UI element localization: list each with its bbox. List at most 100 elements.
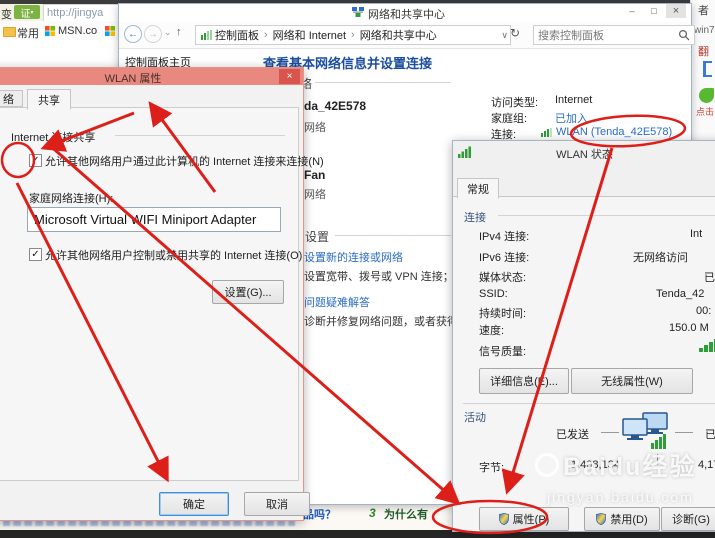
related-list-number: 3 bbox=[369, 506, 376, 520]
address-url-text: http://jingya bbox=[47, 7, 104, 19]
search-icon[interactable] bbox=[678, 29, 690, 41]
wireless-properties-button[interactable]: 无线属性(W) bbox=[571, 368, 693, 394]
badge-prefix-text: 变 bbox=[1, 9, 12, 21]
back-icon: ← bbox=[128, 28, 138, 40]
nav-dropdown-icon[interactable]: ⌄ bbox=[164, 27, 172, 38]
group-rule bbox=[498, 215, 715, 216]
bookmarks-bar: 常用 MSN.co bbox=[0, 21, 118, 40]
bookmark-changyong[interactable]: 常用 bbox=[17, 25, 39, 41]
screenshot-stage: 变 证 ▾ http://jingya 常用 MSN.co 者 win7 翻 点击… bbox=[0, 0, 715, 538]
props-close-button[interactable]: × bbox=[279, 69, 300, 84]
diagnose-button[interactable]: 诊断(G) bbox=[661, 507, 715, 531]
ok-button-label: 确定 bbox=[183, 499, 205, 511]
tab-network-label-fragment: 络 bbox=[3, 93, 14, 106]
allow-control-checkbox[interactable]: ✓ bbox=[29, 248, 42, 261]
section-rule bbox=[315, 82, 451, 83]
forward-button[interactable]: → bbox=[144, 25, 162, 43]
back-button[interactable]: ← bbox=[124, 25, 142, 43]
bookmark-msn[interactable]: MSN.co bbox=[58, 25, 97, 37]
details-button[interactable]: 详细信息(E)... bbox=[479, 368, 569, 394]
cancel-button-label: 取消 bbox=[266, 499, 288, 511]
row-ssid-value: Tenda_42 bbox=[656, 288, 705, 300]
change-settings-section-fragment: 设置 bbox=[305, 230, 330, 244]
refresh-button[interactable]: ↻ bbox=[510, 26, 520, 40]
group-rule bbox=[115, 135, 285, 136]
home-connection-combobox[interactable]: Microsoft Virtual WIFI Miniport Adapter bbox=[27, 207, 281, 232]
disable-button[interactable]: 禁用(D) bbox=[584, 507, 660, 531]
up-button[interactable]: ↑ bbox=[176, 26, 182, 38]
signal-quality-icon bbox=[699, 337, 715, 352]
forward-icon: → bbox=[148, 28, 158, 40]
explorer-nav-bar: ← → ⌄ ↑ 控制面板 › 网络和 Internet › 网络和共享中心 ∨ … bbox=[119, 22, 695, 49]
uac-shield-icon bbox=[596, 513, 607, 525]
cancel-button[interactable]: 取消 bbox=[244, 492, 310, 516]
ms-logo-icon bbox=[105, 26, 115, 36]
search-box[interactable]: 搜索控制面板 bbox=[533, 25, 695, 45]
details-button-label: 详细信息(E)... bbox=[490, 376, 558, 388]
network2-name-fragment: Fan bbox=[304, 168, 326, 182]
bytes-label: 字节: bbox=[479, 462, 505, 474]
troubleshoot-link[interactable]: 问题疑难解答 bbox=[304, 294, 370, 310]
connection-group-label: 连接 bbox=[464, 212, 486, 224]
ok-button[interactable]: 确定 bbox=[159, 492, 229, 516]
properties-button[interactable]: 属性(P) bbox=[479, 507, 569, 531]
tab-sharing[interactable]: 共享 bbox=[27, 89, 71, 110]
row-speed-label: 速度: bbox=[479, 325, 505, 337]
access-type-label: 访问类型: bbox=[491, 97, 539, 109]
breadcrumb-item-control-panel[interactable]: 控制面板 bbox=[215, 27, 259, 43]
properties-button-label: 属性(P) bbox=[512, 514, 550, 526]
right-panel-blue-icon[interactable] bbox=[703, 61, 712, 77]
refresh-icon: ↻ bbox=[510, 26, 521, 40]
row-signal-label: 信号质量: bbox=[479, 346, 527, 358]
maximize-button[interactable]: □ bbox=[644, 4, 664, 18]
baidu-watermark: Baidu经验 jingyan.baidu.com bbox=[535, 447, 696, 505]
right-panel-click-text: 点击 bbox=[696, 107, 715, 117]
minimize-button[interactable]: – bbox=[622, 4, 642, 18]
section-rule bbox=[335, 235, 451, 236]
browser-badge-row: 变 证 ▾ http://jingya bbox=[0, 4, 123, 22]
row-media-label: 媒体状态: bbox=[479, 272, 527, 284]
breadcrumb-item-network-sharing[interactable]: 网络和共享中心 bbox=[360, 27, 437, 43]
sent-label: 已发送 bbox=[556, 429, 589, 441]
wlan-connection-link[interactable]: WLAN (Tenda_42E578) bbox=[556, 126, 672, 138]
checkmark-icon: ✓ bbox=[31, 249, 40, 260]
uac-shield-icon bbox=[498, 513, 509, 525]
bytes-received-fragment: 4,17 bbox=[698, 459, 715, 471]
breadcrumb-caret-icon[interactable]: ∨ bbox=[501, 30, 508, 41]
right-panel-char-mid: 翻 bbox=[698, 46, 709, 58]
homegroup-label: 家庭组: bbox=[491, 113, 528, 125]
sent-dash bbox=[601, 432, 619, 433]
close-button[interactable]: × bbox=[666, 4, 686, 18]
separator bbox=[463, 403, 715, 404]
allow-connect-checkbox[interactable]: ✓ bbox=[29, 154, 42, 167]
ics-group-label: Internet 连接共享 bbox=[11, 132, 96, 144]
right-panel-green-icon[interactable] bbox=[699, 88, 714, 103]
breadcrumb[interactable]: 控制面板 › 网络和 Internet › 网络和共享中心 ∨ bbox=[195, 25, 511, 45]
explorer-window-title: 网络和共享中心 bbox=[368, 9, 445, 21]
diagnose-button-label: 诊断(G) bbox=[672, 514, 710, 526]
props-titlebar[interactable]: WLAN 属性 × bbox=[0, 68, 303, 85]
homegroup-link[interactable]: 已加入 bbox=[555, 110, 588, 126]
related-question2-fragment[interactable]: 为什么有 bbox=[384, 506, 428, 522]
adapter-name: Microsoft Virtual WIFI Miniport Adapter bbox=[34, 212, 257, 227]
wireless-properties-label: 无线属性(W) bbox=[601, 376, 663, 388]
folder-icon bbox=[3, 27, 16, 37]
tab-network[interactable]: 络 bbox=[0, 90, 23, 107]
setup-connection-link[interactable]: 设置新的连接或网络 bbox=[304, 249, 403, 265]
network1-name-fragment: da_42E578 bbox=[304, 99, 367, 113]
msn-logo-icon bbox=[45, 26, 55, 36]
activity-group-label: 活动 bbox=[464, 412, 486, 424]
allow-connect-label: 允许其他网络用户通过此计算机的 Internet 连接来连接(N) bbox=[45, 156, 324, 168]
right-panel-char-top: 者 bbox=[698, 5, 709, 17]
settings-button[interactable]: 设置(G)... bbox=[212, 280, 284, 304]
browser-right-panel: 者 win7 翻 点击 bbox=[690, 0, 715, 140]
breadcrumb-item-network-internet[interactable]: 网络和 Internet bbox=[273, 27, 346, 43]
disable-button-label: 禁用(D) bbox=[610, 514, 648, 526]
address-input[interactable]: http://jingya bbox=[43, 4, 123, 22]
tab-general[interactable]: 常规 bbox=[457, 178, 499, 199]
recv-dash bbox=[675, 432, 693, 433]
troubleshoot-desc: 诊断并修复网络问题，或者获得疑 bbox=[304, 316, 469, 328]
connection-signal-icon bbox=[541, 128, 552, 137]
security-badge[interactable]: 证 ▾ bbox=[14, 5, 40, 20]
setup-connection-desc: 设置宽带、拨号或 VPN 连接；或 bbox=[304, 271, 465, 283]
